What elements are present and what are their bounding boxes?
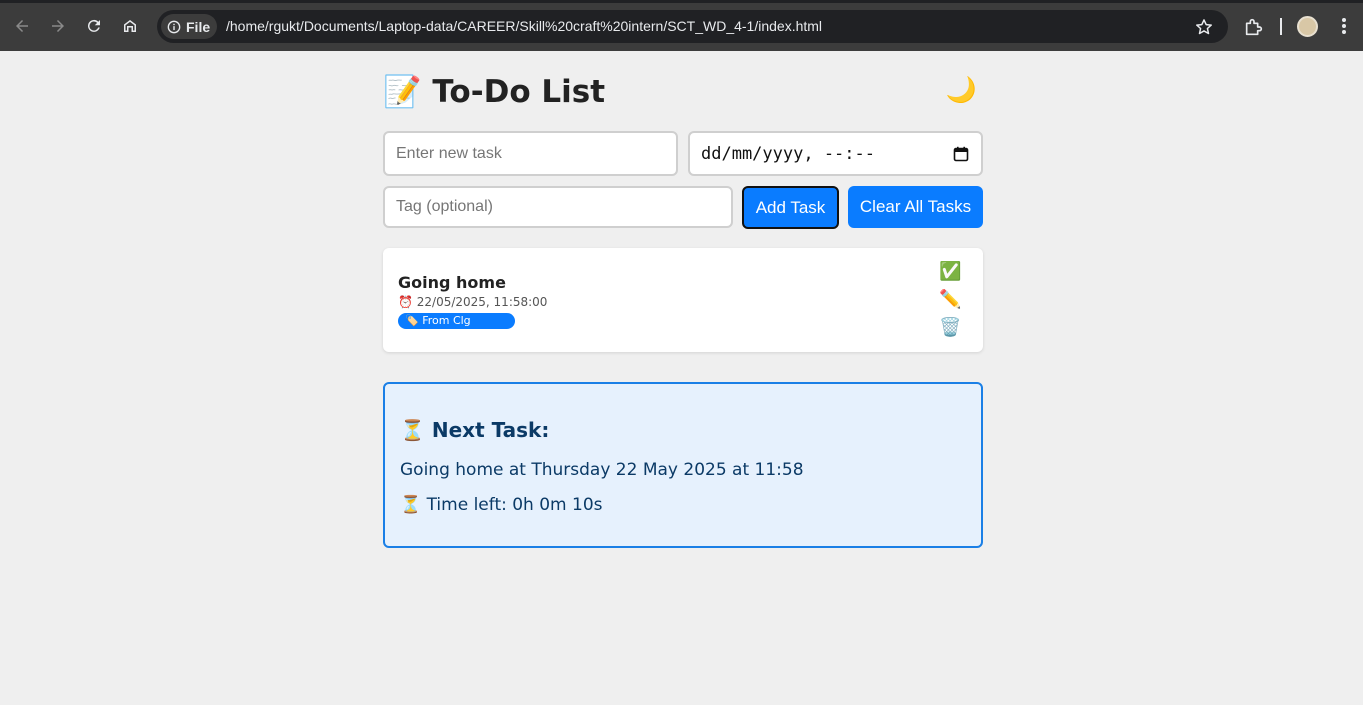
add-task-button[interactable]: Add Task: [742, 186, 839, 229]
task-input-placeholder: Enter new task: [396, 144, 502, 162]
next-task-detail: Going home at Thursday 22 May 2025 at 11…: [400, 460, 804, 480]
task-tag-badge: 🏷️ From Clg: [398, 313, 515, 329]
complete-check-icon[interactable]: ✅: [939, 260, 963, 288]
arrow-left-icon: [16, 20, 28, 32]
datetime-input-placeholder: dd/mm/yyyy, --:--: [701, 143, 875, 164]
tag-input[interactable]: Tag (optional): [383, 186, 733, 228]
arrow-right-icon: [52, 20, 64, 32]
back-button[interactable]: [9, 13, 35, 39]
delete-trash-icon[interactable]: 🗑️: [939, 316, 963, 344]
calendar-icon[interactable]: [953, 146, 969, 162]
tag-input-placeholder: Tag (optional): [396, 198, 493, 215]
tab-strip: [0, 0, 1363, 3]
profile-avatar[interactable]: [1297, 16, 1318, 37]
task-due-time: ⏰ 22/05/2025, 11:58:00: [398, 295, 548, 309]
task-actions: ✅ ✏️ 🗑️: [939, 260, 963, 344]
address-bar[interactable]: File /home/rgukt/Documents/Laptop-data/C…: [157, 10, 1228, 43]
task-item: Going home ⏰ 22/05/2025, 11:58:00 🏷️ Fro…: [383, 248, 983, 352]
toolbar-divider: [1280, 18, 1282, 35]
home-button[interactable]: [117, 13, 143, 39]
next-task-time-left: ⏳ Time left: 0h 0m 10s: [400, 495, 603, 515]
task-name: Going home: [398, 273, 506, 292]
reload-icon: [87, 19, 100, 32]
site-info-chip[interactable]: File: [161, 14, 217, 39]
home-icon: [124, 20, 136, 32]
theme-toggle-moon-icon[interactable]: 🌙: [946, 75, 977, 105]
site-chip-label: File: [186, 18, 211, 35]
task-input[interactable]: Enter new task: [383, 131, 678, 176]
clear-all-tasks-button[interactable]: Clear All Tasks: [848, 186, 983, 228]
forward-button[interactable]: [45, 13, 71, 39]
next-task-panel: ⏳ Next Task: Going home at Thursday 22 M…: [383, 382, 983, 548]
next-task-heading: ⏳ Next Task:: [400, 418, 550, 442]
browser-toolbar: File /home/rgukt/Documents/Laptop-data/C…: [0, 0, 1363, 51]
bookmark-star-icon[interactable]: [1194, 17, 1214, 37]
page-title-text: To-Do List: [432, 74, 606, 110]
more-vert-icon[interactable]: [1335, 16, 1353, 36]
info-icon: [167, 20, 181, 33]
edit-pencil-icon[interactable]: ✏️: [939, 288, 963, 316]
page-title: 📝 To-Do List: [383, 73, 605, 110]
extensions-puzzle-icon[interactable]: [1243, 16, 1265, 38]
reload-button[interactable]: [81, 13, 107, 39]
header: 📝 To-Do List 🌙: [383, 73, 983, 113]
datetime-input[interactable]: dd/mm/yyyy, --:--: [688, 131, 983, 176]
memo-icon: 📝: [383, 74, 422, 110]
url-text[interactable]: /home/rgukt/Documents/Laptop-data/CAREER…: [226, 18, 822, 34]
